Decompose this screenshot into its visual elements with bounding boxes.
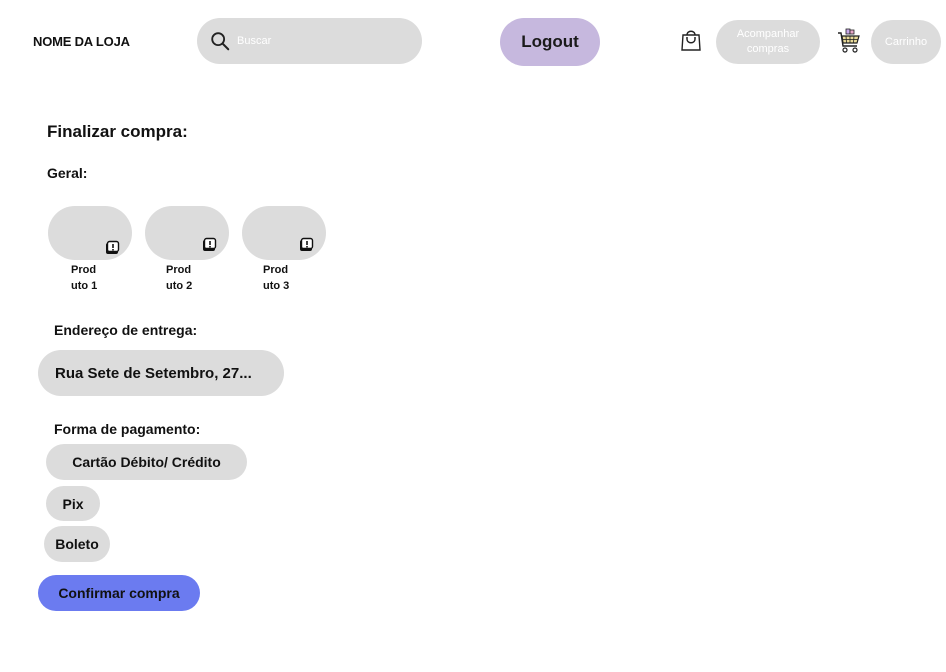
product-label: Prod uto 2 — [166, 262, 206, 294]
payment-section-title: Forma de pagamento: — [54, 421, 201, 437]
logout-button[interactable]: Logout — [500, 18, 600, 66]
alert-icon — [300, 237, 314, 251]
address-section-title: Endereço de entrega: — [54, 322, 198, 338]
payment-option-card[interactable]: Cartão Débito/ Crédito — [46, 444, 247, 480]
alert-icon — [106, 240, 120, 254]
track-orders-button[interactable]: Acompanhar compras — [716, 20, 820, 64]
confirm-purchase-button[interactable]: Confirmar compra — [38, 575, 200, 611]
search-icon — [211, 32, 230, 51]
product-label-line1: Prod — [71, 264, 97, 276]
payment-option-pix[interactable]: Pix — [46, 486, 100, 521]
product-label-line2: uto 2 — [166, 280, 193, 292]
cart-label: Carrinho — [884, 35, 928, 48]
product-label-line2: uto 3 — [263, 280, 290, 292]
cart-button[interactable]: Carrinho — [871, 20, 941, 64]
alert-icon — [203, 237, 217, 251]
payment-option-boleto[interactable]: Boleto — [44, 526, 110, 562]
search-bar[interactable] — [197, 18, 422, 64]
shopping-bag-icon[interactable] — [680, 28, 702, 52]
product-label-line1: Prod — [166, 264, 192, 276]
address-value: Rua Sete de Setembro, 27... — [55, 364, 252, 382]
product-label-line1: Prod — [263, 264, 289, 276]
product-label: Prod uto 1 — [71, 262, 111, 294]
track-orders-label-line2: compras — [746, 43, 790, 55]
store-name[interactable]: NOME DA LOJA — [33, 34, 130, 49]
shopping-cart-icon[interactable] — [837, 28, 861, 54]
address-field[interactable]: Rua Sete de Setembro, 27... — [38, 350, 284, 396]
track-orders-label-line1: Acompanhar — [736, 28, 800, 40]
general-section-title: Geral: — [47, 165, 88, 181]
page-title: Finalizar compra: — [47, 122, 188, 141]
search-input[interactable] — [237, 35, 407, 47]
product-label: Prod uto 3 — [263, 262, 303, 294]
product-label-line2: uto 1 — [71, 280, 98, 292]
